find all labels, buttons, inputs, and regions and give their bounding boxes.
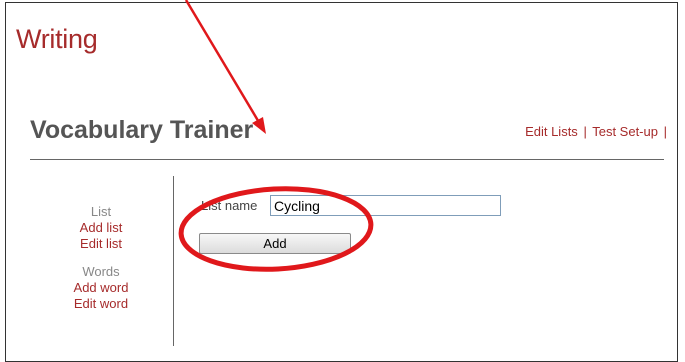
sidebar-item-add-list[interactable]: Add list xyxy=(40,220,162,236)
sidebar-item-edit-word[interactable]: Edit word xyxy=(40,296,162,312)
sidebar: List Add list Edit list Words Add word E… xyxy=(40,204,162,312)
list-name-input[interactable] xyxy=(270,195,501,216)
header-divider xyxy=(30,159,664,160)
nav-separator: | xyxy=(583,124,587,139)
sidebar-divider xyxy=(173,176,174,346)
sidebar-item-add-word[interactable]: Add word xyxy=(40,280,162,296)
sidebar-heading-words: Words xyxy=(82,264,120,279)
section-title: Writing xyxy=(16,24,98,54)
add-button[interactable]: Add xyxy=(199,233,351,254)
edit-lists-link[interactable]: Edit Lists xyxy=(525,124,578,139)
list-name-label: List name xyxy=(201,198,258,213)
test-setup-link[interactable]: Test Set-up xyxy=(592,124,658,139)
nav-separator-trailing: | xyxy=(663,124,667,139)
top-nav: Edit Lists | Test Set-up | xyxy=(525,124,669,139)
app-title: Vocabulary Trainer xyxy=(30,116,254,144)
sidebar-item-edit-list[interactable]: Edit list xyxy=(40,236,162,252)
sidebar-heading-list: List xyxy=(90,204,112,219)
